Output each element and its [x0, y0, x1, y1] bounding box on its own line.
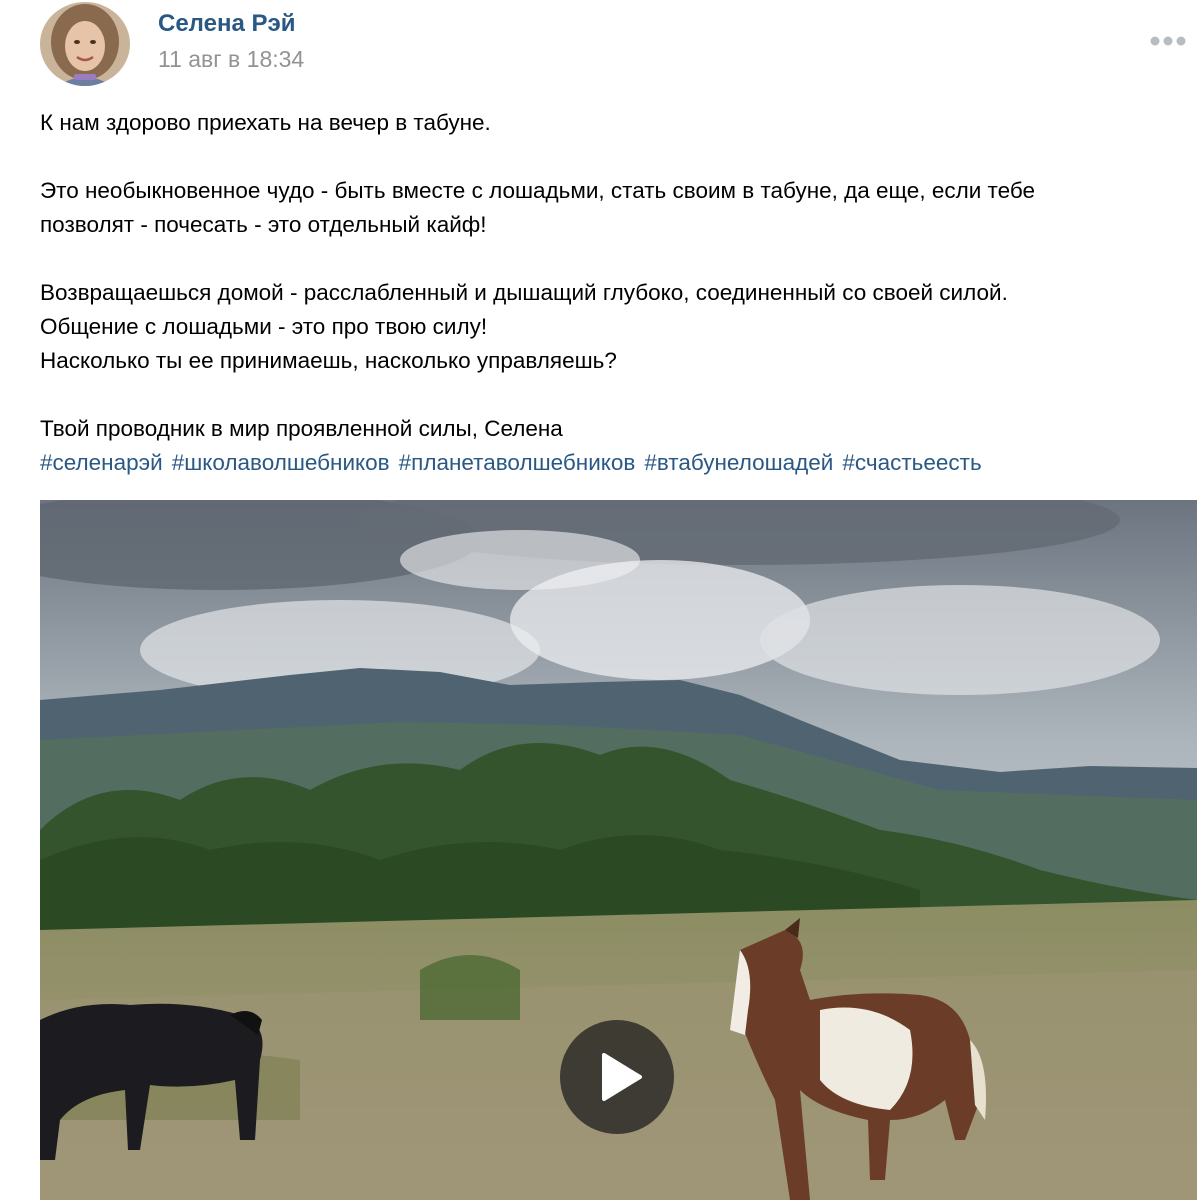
hashtag-link[interactable]: #селенарэй: [40, 450, 163, 475]
more-dots-icon: [1150, 36, 1186, 46]
avatar-photo: [40, 2, 130, 86]
hashtag-link[interactable]: #втабунелошадей: [644, 450, 833, 475]
author-avatar[interactable]: [40, 2, 130, 86]
more-options-button[interactable]: [1146, 30, 1190, 52]
play-icon: [602, 1053, 642, 1101]
post-line: К нам здорово приехать на вечер в табуне…: [40, 110, 491, 135]
post-line: позволят - почесать - это отдельный кайф…: [40, 212, 487, 237]
post-text: К нам здорово приехать на вечер в табуне…: [40, 106, 1198, 480]
video-player[interactable]: [40, 500, 1197, 1200]
wall-post: Селена Рэй 11 авг в 18:34 К нам здорово …: [0, 0, 1202, 1200]
post-line: Возвращаешься домой - расслабленный и ды…: [40, 280, 1008, 305]
hashtag-link[interactable]: #школаволшебников: [172, 450, 390, 475]
post-line: Твой проводник в мир проявленной силы, С…: [40, 416, 563, 441]
hashtag-link[interactable]: #счастьеесть: [842, 450, 981, 475]
author-name[interactable]: Селена Рэй: [158, 10, 295, 38]
post-line: Это необыкновенное чудо - быть вместе с …: [40, 178, 1035, 203]
hashtag-list: #селенарэй #школаволшебников #планетаволше…: [40, 446, 1198, 480]
post-line: Общение с лошадьми - это про твою силу!: [40, 314, 488, 339]
hashtag-link[interactable]: #планетаволшебников: [399, 450, 636, 475]
post-date[interactable]: 11 авг в 18:34: [158, 46, 304, 73]
play-button[interactable]: [560, 1020, 674, 1134]
post-line: Насколько ты ее принимаешь, насколько уп…: [40, 348, 617, 373]
